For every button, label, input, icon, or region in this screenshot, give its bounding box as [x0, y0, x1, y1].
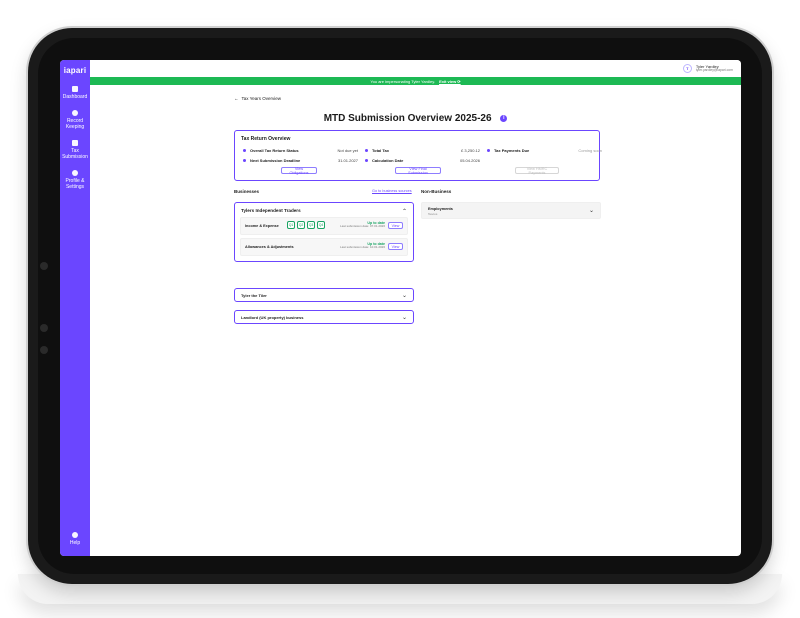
help-icon: [72, 532, 78, 538]
sidebar-item-label: Record Keeping: [65, 117, 85, 130]
page-title-text: MTD Submission Overview 2025-26: [323, 113, 492, 124]
business-card-tylers-independent-traders: Tylers Independent Traders ⌃ Income & Ex…: [234, 202, 414, 262]
sidebar-item-tax-submission[interactable]: Tax Submission: [60, 139, 90, 160]
overview-label: Tax Payments Due: [494, 148, 530, 153]
go-to-business-sources-link[interactable]: Go to business sources: [372, 189, 412, 193]
business-row-allowances-adjustments: Allowances & Adjustments Up to date Last…: [240, 238, 408, 256]
quarter-chips: Q1 Q2 Q3 Q4: [287, 221, 325, 229]
main-content: ← Tax Years Overview MTD Submission Over…: [90, 85, 741, 556]
device-button: [40, 324, 48, 332]
topbar: T Tyler Yardley tyler.yardley@iapari.com: [90, 60, 741, 77]
overview-item: Calculation Date 05.04.2026: [365, 158, 480, 163]
sidebar-item-dashboard[interactable]: Dashboard: [60, 85, 90, 100]
status-dot: [365, 149, 368, 152]
user-menu[interactable]: T Tyler Yardley tyler.yardley@iapari.com: [682, 64, 733, 73]
non-business-subtitle: Tescos: [428, 212, 438, 216]
business-card-tyler-the-tiler[interactable]: Tyler the Tiler ⌄: [234, 288, 414, 302]
non-business-employments[interactable]: Employments Tescos ⌄: [421, 202, 601, 219]
business-row-income-expense: Income & Expense Q1 Q2 Q3 Q4 Up to date …: [240, 217, 408, 235]
user-email: tyler.yardley@iapari.com: [695, 67, 733, 72]
chevron-down-icon[interactable]: ⌄: [589, 207, 594, 214]
quarter-q3[interactable]: Q3: [307, 221, 315, 229]
back-link[interactable]: ← Tax Years Overview: [234, 96, 281, 101]
business-card-landlord[interactable]: Landlord (UK property) business ⌄: [234, 310, 414, 324]
avatar: T: [682, 64, 692, 73]
impersonation-banner: You are impersonating Tyler Yardley. Exi…: [90, 77, 741, 85]
overview-item: Next Submission Deadline 31.01.2027: [243, 158, 358, 163]
user-details: Tyler Yardley tyler.yardley@iapari.com: [695, 64, 733, 73]
business-name: Tyler the Tiler: [241, 293, 267, 298]
help-label: Help: [69, 540, 81, 546]
app-screen: iapari Dashboard Record Keeping Tax Subm…: [60, 60, 741, 556]
overview-value: Coming soon: [578, 148, 602, 153]
chevron-down-icon[interactable]: ⌄: [402, 292, 407, 299]
view-button[interactable]: View: [388, 222, 403, 229]
back-link-label: Tax Years Overview: [241, 96, 282, 101]
sidebar-item-label: Tax Submission: [62, 147, 88, 160]
device-button: [40, 262, 48, 270]
view-hmrc-payments-button[interactable]: View HMRC Payments: [515, 167, 559, 175]
view-obligations-button[interactable]: View Obligations: [281, 167, 317, 175]
overview-value: £ 3,250.12: [461, 148, 480, 153]
view-button[interactable]: View: [388, 243, 403, 250]
quarter-q2[interactable]: Q2: [297, 221, 305, 229]
settings-icon: [72, 169, 78, 176]
overview-item: Overall Tax Return Status Not due yet: [243, 148, 358, 153]
non-business-label: Employments: [428, 207, 453, 211]
arrow-left-icon: ←: [234, 96, 239, 101]
sidebar-item-label: Dashboard: [62, 93, 88, 100]
overview-item: Total Tax £ 3,250.12: [365, 148, 480, 153]
overview-item: Tax Payments Due Coming soon: [487, 148, 602, 153]
status-dot: [243, 149, 246, 152]
status-dot: [365, 159, 368, 162]
row-label: Allowances & Adjustments: [245, 245, 294, 249]
view-final-submission-button[interactable]: View Final Submission: [395, 167, 441, 175]
status-dot: [487, 149, 490, 152]
last-submission-date: Last submission date: 07.01.2026: [340, 224, 385, 229]
row-status: Up to date Last submission date: 07.01.2…: [340, 221, 385, 229]
overview-value: Not due yet: [337, 148, 358, 153]
sidebar-item-label: Profile & Settings: [65, 177, 85, 190]
card-title: Tax Return Overview: [241, 136, 291, 142]
tax-return-overview-card: Tax Return Overview Overall Tax Return S…: [234, 130, 602, 181]
last-submission-date: Last submission date: 10.01.2026: [340, 245, 385, 250]
overview-label: Next Submission Deadline: [250, 158, 301, 163]
quarter-q1[interactable]: Q1: [287, 221, 295, 229]
page-title: MTD Submission Overview 2025-26 i: [90, 113, 741, 124]
brand-logo: iapari: [63, 66, 87, 75]
sidebar: iapari Dashboard Record Keeping Tax Subm…: [60, 60, 90, 556]
overview-label: Total Tax: [372, 148, 389, 153]
dashboard-icon: [72, 85, 78, 92]
overview-value: 05.04.2026: [459, 158, 480, 163]
tax-icon: [72, 139, 78, 146]
chevron-down-icon[interactable]: ⌄: [402, 314, 407, 321]
sidebar-item-profile-settings[interactable]: Profile & Settings: [60, 169, 90, 190]
overview-label: Calculation Date: [372, 158, 404, 163]
device-button: [40, 346, 48, 354]
business-name: Landlord (UK property) business: [241, 315, 304, 320]
info-icon[interactable]: i: [500, 114, 508, 122]
row-status: Up to date Last submission date: 10.01.2…: [340, 242, 385, 250]
business-name: Tylers Independent Traders: [241, 208, 301, 213]
sidebar-item-help[interactable]: Help: [60, 532, 90, 546]
exit-view-link[interactable]: Exit view ⟳: [439, 79, 461, 84]
impersonation-text: You are impersonating Tyler Yardley.: [370, 78, 436, 84]
non-business-heading: Non-Business: [421, 189, 452, 194]
row-label: Income & Expense: [245, 224, 279, 228]
businesses-heading: Businesses: [234, 189, 260, 194]
quarter-q4[interactable]: Q4: [317, 221, 325, 229]
overview-value: 31.01.2027: [337, 158, 358, 163]
records-icon: [72, 109, 78, 116]
status-dot: [243, 159, 246, 162]
chevron-up-icon[interactable]: ⌃: [402, 208, 407, 215]
overview-label: Overall Tax Return Status: [250, 148, 299, 153]
sidebar-item-record-keeping[interactable]: Record Keeping: [60, 109, 90, 130]
